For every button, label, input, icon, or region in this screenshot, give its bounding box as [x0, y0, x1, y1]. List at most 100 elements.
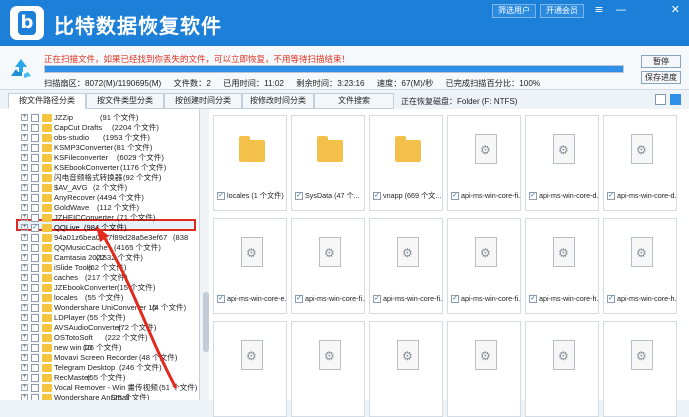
- vip-button[interactable]: 开通会员: [540, 4, 584, 18]
- tree-checkbox[interactable]: [31, 314, 39, 322]
- file-tile[interactable]: ✓api-ms-win-core-d...: [525, 115, 599, 211]
- expand-icon[interactable]: +: [21, 264, 28, 271]
- tree-item[interactable]: +94a01z6bea04c7f89d28a5e3ef67 (838: [0, 233, 199, 243]
- expand-icon[interactable]: +: [21, 194, 28, 201]
- tree-item[interactable]: + 闪电音频格式转换器 (92 个文件): [0, 173, 199, 183]
- tile-checkbox[interactable]: ✓: [607, 295, 615, 303]
- file-tile[interactable]: ✓api-ms-win-core-fi...: [447, 115, 521, 211]
- tree-item[interactable]: + JZEbookConverter (15 个文件): [0, 283, 199, 293]
- expand-icon[interactable]: +: [21, 274, 28, 281]
- expand-icon[interactable]: +: [21, 224, 28, 231]
- expand-icon[interactable]: +: [21, 134, 28, 141]
- tree-checkbox[interactable]: [31, 214, 39, 222]
- expand-icon[interactable]: +: [21, 304, 28, 311]
- file-tile[interactable]: [213, 321, 287, 417]
- menu-icon[interactable]: ≡: [590, 3, 608, 17]
- expand-icon[interactable]: +: [21, 344, 28, 351]
- expand-icon[interactable]: +: [21, 314, 28, 321]
- tree-item[interactable]: + AVSAudioConverter (72 个文件): [0, 323, 199, 333]
- tile-checkbox[interactable]: ✓: [295, 295, 303, 303]
- expand-icon[interactable]: +: [21, 154, 28, 161]
- file-tile[interactable]: ✓api-ms-win-core-h...: [525, 218, 599, 314]
- tree-checkbox[interactable]: [31, 384, 39, 392]
- tile-checkbox[interactable]: ✓: [217, 295, 225, 303]
- tree-checkbox[interactable]: [31, 324, 39, 332]
- tree-item[interactable]: + iSlide Tools (62 个文件): [0, 263, 199, 273]
- tree-item[interactable]: + Wondershare AnSmall (25 个文件): [0, 393, 199, 400]
- file-tile[interactable]: ✓api-ms-win-core-d...: [603, 115, 677, 211]
- expand-icon[interactable]: +: [21, 244, 28, 251]
- tree-item[interactable]: + caches (217 个文件): [0, 273, 199, 283]
- filter-user-button[interactable]: 筛选用户: [492, 4, 536, 18]
- tree-checkbox[interactable]: [31, 364, 39, 372]
- tile-checkbox[interactable]: ✓: [373, 295, 381, 303]
- tree-item[interactable]: + Camtasia 2022 (1532 个文件): [0, 253, 199, 263]
- expand-icon[interactable]: +: [21, 114, 28, 121]
- minimize-icon[interactable]: —: [612, 3, 630, 17]
- tree-item[interactable]: + QQMusicCache (4165 个文件): [0, 243, 199, 253]
- tree-checkbox[interactable]: [31, 354, 39, 362]
- tree-checkbox[interactable]: [31, 124, 39, 132]
- tree-item[interactable]: + new win 10 (26 个文件): [0, 343, 199, 353]
- expand-icon[interactable]: +: [21, 364, 28, 371]
- tile-checkbox[interactable]: ✓: [217, 192, 225, 200]
- file-tile[interactable]: ✓ vnapp (669 个文...: [369, 115, 443, 211]
- tree-checkbox[interactable]: [31, 284, 39, 292]
- tree-item[interactable]: + KSMP3Converter (81 个文件): [0, 143, 199, 153]
- tab-by-path[interactable]: 按文件路径分类: [8, 93, 86, 109]
- expand-icon[interactable]: +: [21, 374, 28, 381]
- tab-by-created[interactable]: 按创建时间分类: [164, 93, 242, 109]
- tree-checkbox[interactable]: [31, 394, 39, 400]
- expand-icon[interactable]: +: [21, 164, 28, 171]
- close-icon[interactable]: ✕: [634, 3, 686, 17]
- tab-by-modified[interactable]: 按修改时间分类: [242, 93, 314, 109]
- file-tile[interactable]: [447, 321, 521, 417]
- tree-item[interactable]: + $AV_AVG (2 个文件): [0, 183, 199, 193]
- tile-checkbox[interactable]: ✓: [529, 192, 537, 200]
- tree-checkbox[interactable]: [31, 234, 39, 242]
- tree-checkbox[interactable]: [31, 194, 39, 202]
- file-tile[interactable]: ✓ locales (1 个文件): [213, 115, 287, 211]
- expand-icon[interactable]: +: [21, 324, 28, 331]
- tree-item[interactable]: + KSFileconverter (6029 个文件): [0, 153, 199, 163]
- tree-item[interactable]: + obs-studio (1953 个文件): [0, 133, 199, 143]
- tree-item[interactable]: + CapCut Drafts (2204 个文件): [0, 123, 199, 133]
- tree-checkbox[interactable]: [31, 114, 39, 122]
- tree-checkbox[interactable]: [31, 204, 39, 212]
- tree-item[interactable]: + Movavi Screen Recorder (48 个文件): [0, 353, 199, 363]
- expand-icon[interactable]: +: [21, 284, 28, 291]
- tree-item[interactable]: + AnyRecover (4494 个文件): [0, 193, 199, 203]
- tree-item[interactable]: + JZHEICConverter (71 个文件): [0, 213, 199, 223]
- expand-icon[interactable]: +: [21, 384, 28, 391]
- tree-item[interactable]: + OSTotoSoft (222 个文件): [0, 333, 199, 343]
- expand-icon[interactable]: +: [21, 214, 28, 221]
- expand-icon[interactable]: +: [21, 394, 28, 400]
- tree-checkbox[interactable]: [31, 154, 39, 162]
- tree-checkbox[interactable]: [31, 344, 39, 352]
- file-tile[interactable]: ✓api-ms-win-core-fi...: [447, 218, 521, 314]
- expand-icon[interactable]: +: [21, 124, 28, 131]
- expand-icon[interactable]: +: [21, 144, 28, 151]
- file-tile[interactable]: [603, 321, 677, 417]
- tile-checkbox[interactable]: ✓: [451, 295, 459, 303]
- file-tile[interactable]: ✓ SysData (47 个...: [291, 115, 365, 211]
- pause-button[interactable]: 暂停: [641, 55, 681, 68]
- file-tile[interactable]: ✓api-ms-win-core-h...: [603, 218, 677, 314]
- tree-checkbox[interactable]: [31, 304, 39, 312]
- expand-icon[interactable]: +: [21, 204, 28, 211]
- tree-item[interactable]: + ✓ QQLive (984 个文件): [0, 223, 199, 233]
- tab-search[interactable]: 文件搜索: [314, 93, 394, 109]
- tree-checkbox[interactable]: [31, 264, 39, 272]
- tile-checkbox[interactable]: ✓: [529, 295, 537, 303]
- file-tile[interactable]: [369, 321, 443, 417]
- tile-checkbox[interactable]: ✓: [451, 192, 459, 200]
- tab-by-type[interactable]: 按文件类型分类: [86, 93, 164, 109]
- tree-item[interactable]: + RecMaster (55 个文件): [0, 373, 199, 383]
- expand-icon[interactable]: +: [21, 294, 28, 301]
- grid-view-icon[interactable]: [670, 94, 681, 105]
- tree-item[interactable]: + locales (55 个文件): [0, 293, 199, 303]
- tree-checkbox[interactable]: [31, 244, 39, 252]
- expand-icon[interactable]: +: [21, 174, 28, 181]
- tree-item[interactable]: + Telegram Desktop (246 个文件): [0, 363, 199, 373]
- file-tile[interactable]: ✓api-ms-win-core-e...: [213, 218, 287, 314]
